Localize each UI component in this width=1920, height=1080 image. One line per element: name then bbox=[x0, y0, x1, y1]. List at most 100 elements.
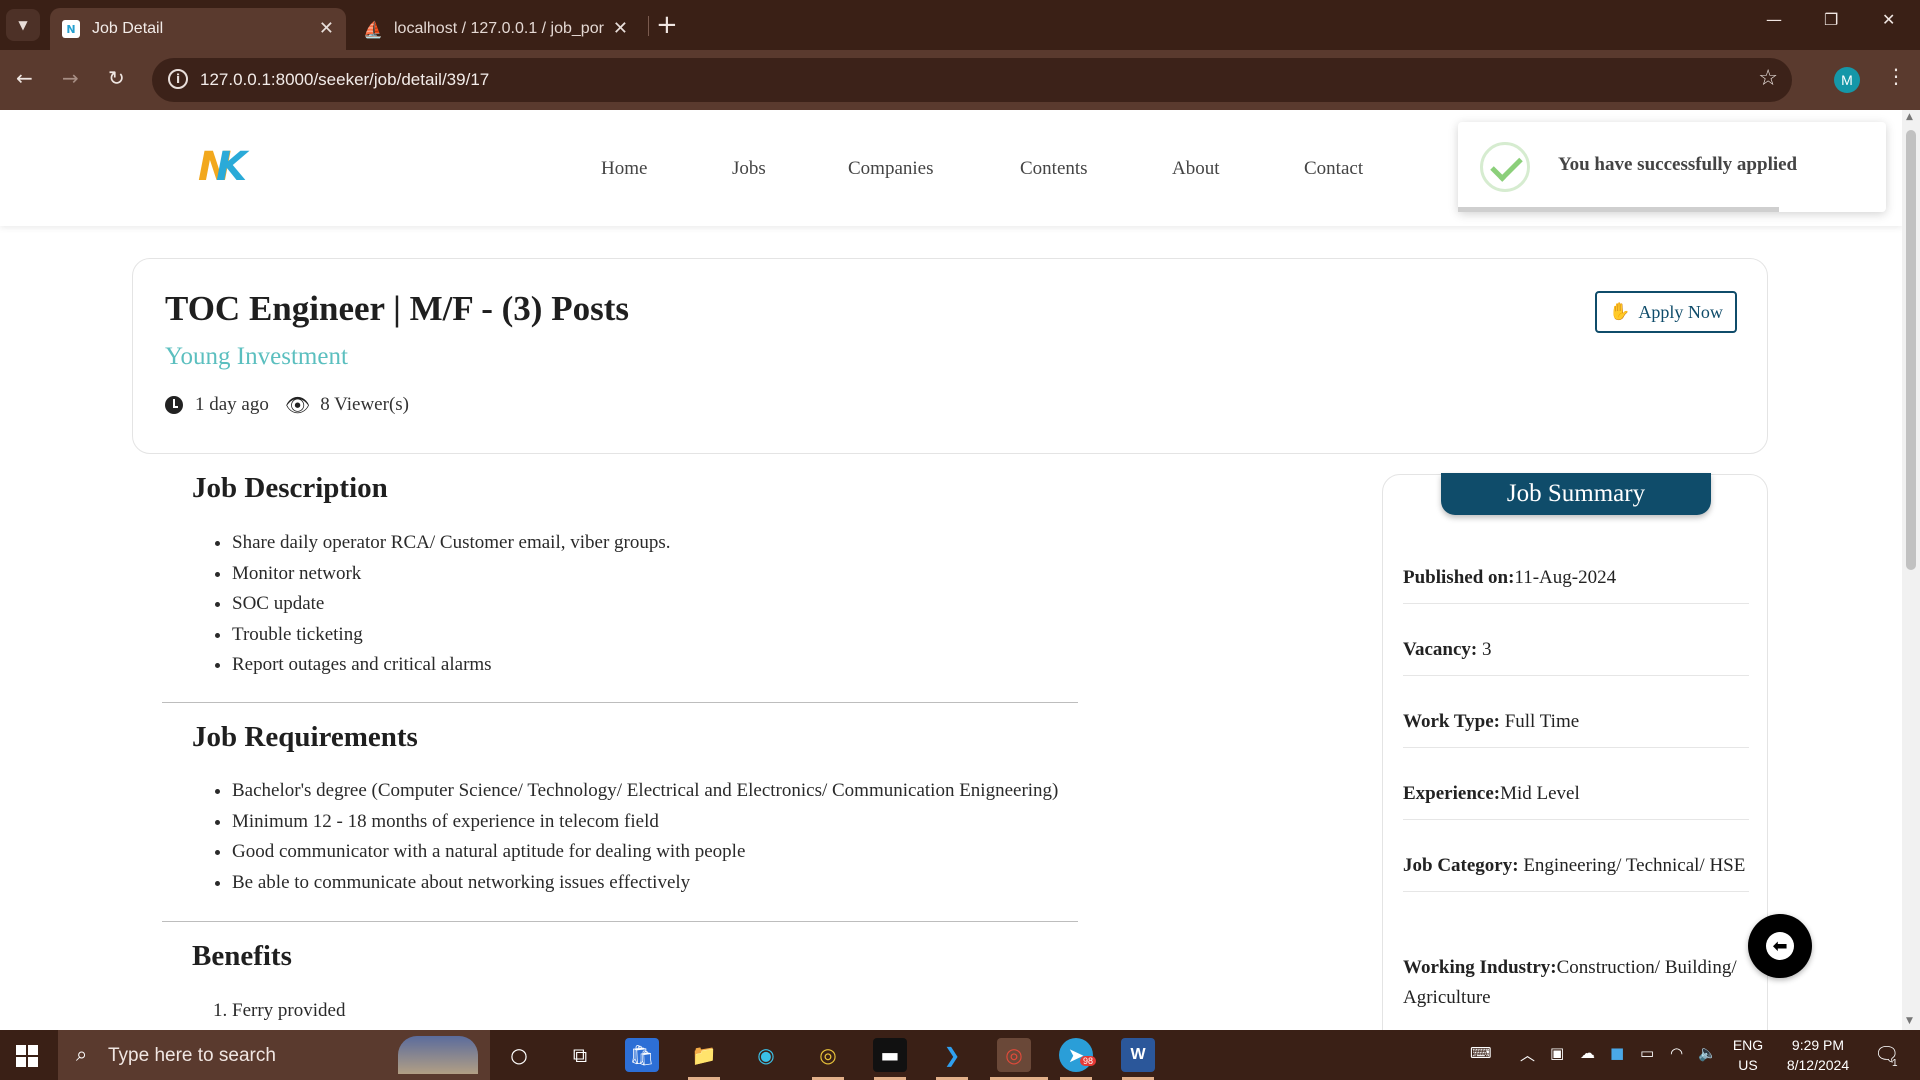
nav-about[interactable]: About bbox=[1172, 158, 1220, 180]
chrome-icon[interactable]: ◎ bbox=[811, 1038, 845, 1072]
list-item: Monitor network bbox=[232, 559, 671, 590]
telegram-icon[interactable]: ➤ bbox=[1059, 1038, 1093, 1072]
nav-jobs[interactable]: Jobs bbox=[732, 158, 766, 180]
success-check-icon bbox=[1480, 142, 1530, 192]
list-item: Report outages and critical alarms bbox=[232, 650, 671, 681]
volume-icon[interactable]: 🔈 bbox=[1698, 1044, 1717, 1062]
browser-tab-bar: ▼ N Job Detail ✕ ⛵ localhost / 127.0.0.1… bbox=[0, 0, 1920, 50]
device-icon[interactable]: ▣ bbox=[1550, 1044, 1564, 1062]
back-button[interactable]: ⬅ bbox=[1748, 914, 1812, 978]
search-highlight-art bbox=[398, 1036, 478, 1074]
close-icon[interactable]: ✕ bbox=[319, 18, 334, 39]
list-item: Ferry provided bbox=[232, 996, 345, 1027]
tab-phpmyadmin[interactable]: ⛵ localhost / 127.0.0.1 / job_porta ✕ bbox=[350, 8, 640, 50]
nav-companies[interactable]: Companies bbox=[848, 158, 934, 180]
summary-working-industry: Working Industry:Construction/ Building/… bbox=[1403, 953, 1749, 1023]
benefits-list: Ferry provided bbox=[232, 996, 345, 1027]
list-item: SOC update bbox=[232, 589, 671, 620]
url-text[interactable]: 127.0.0.1:8000/seeker/job/detail/39/17 bbox=[200, 70, 489, 90]
nav-home[interactable]: Home bbox=[601, 158, 647, 180]
summary-value: Engineering/ Technical/ HSE bbox=[1518, 855, 1746, 876]
keyboard-icon[interactable]: ⌨ bbox=[1470, 1044, 1492, 1062]
word-icon[interactable]: W bbox=[1121, 1038, 1155, 1072]
scroll-up-icon[interactable]: ▲ bbox=[1906, 112, 1913, 122]
minimize-icon[interactable]: — bbox=[1766, 10, 1782, 29]
summary-label: Work Type: bbox=[1403, 711, 1500, 732]
profile-avatar[interactable]: M bbox=[1834, 67, 1860, 93]
summary-label: Job Category: bbox=[1403, 855, 1519, 876]
windows-start-icon[interactable] bbox=[16, 1045, 38, 1067]
clock[interactable]: 9:29 PM 8/12/2024 bbox=[1768, 1035, 1868, 1075]
terminal-icon[interactable]: ▬ bbox=[873, 1038, 907, 1072]
search-icon: ⌕ bbox=[76, 1042, 88, 1066]
battery-icon[interactable]: ▭ bbox=[1640, 1044, 1654, 1062]
summary-label: Vacancy: bbox=[1403, 639, 1478, 660]
site-info-icon[interactable]: i bbox=[168, 69, 188, 89]
wifi-icon[interactable]: ◠ bbox=[1670, 1044, 1683, 1062]
tab-search-button[interactable]: ▼ bbox=[6, 9, 40, 41]
section-divider bbox=[162, 921, 1078, 922]
chevron-down-icon: ▼ bbox=[18, 18, 28, 32]
list-item: Be able to communicate about networking … bbox=[232, 868, 1058, 899]
company-link[interactable]: Young Investment bbox=[165, 343, 348, 371]
address-bar[interactable]: i 127.0.0.1:8000/seeker/job/detail/39/17… bbox=[152, 58, 1792, 102]
summary-experience: Experience:Mid Level bbox=[1403, 779, 1749, 820]
cortana-icon[interactable]: ○ bbox=[502, 1038, 536, 1072]
store-icon[interactable]: 🛍 bbox=[625, 1038, 659, 1072]
list-item: Trouble ticketing bbox=[232, 620, 671, 651]
onedrive-icon[interactable]: ■ bbox=[1610, 1044, 1624, 1062]
close-icon[interactable]: ✕ bbox=[613, 18, 628, 39]
summary-job-category: Job Category: Engineering/ Technical/ HS… bbox=[1403, 851, 1749, 892]
summary-value: 11-Aug-2024 bbox=[1514, 567, 1617, 588]
back-arrow-icon[interactable]: ← bbox=[16, 66, 33, 90]
window-close-icon[interactable]: ✕ bbox=[1882, 10, 1895, 29]
site-logo[interactable]: N K bbox=[198, 144, 252, 194]
back-arrow-icon: ⬅ bbox=[1766, 932, 1794, 960]
job-requirements-heading: Job Requirements bbox=[192, 721, 418, 753]
scroll-down-icon[interactable]: ▼ bbox=[1906, 1016, 1913, 1026]
job-requirements-list: Bachelor's degree (Computer Science/ Tec… bbox=[232, 776, 1058, 898]
vscode-icon[interactable]: ❯ bbox=[935, 1038, 969, 1072]
job-header-card: TOC Engineer | M/F - (3) Posts Young Inv… bbox=[132, 258, 1768, 454]
summary-value: 3 bbox=[1477, 639, 1492, 660]
address-toolbar: ← → ↻ i 127.0.0.1:8000/seeker/job/detail… bbox=[0, 50, 1920, 110]
job-summary-card: Job Summary Published on:11-Aug-2024 Vac… bbox=[1382, 473, 1768, 1030]
task-view-icon[interactable]: ⧉ bbox=[563, 1038, 597, 1072]
benefits-heading: Benefits bbox=[192, 940, 292, 972]
job-description-heading: Job Description bbox=[192, 472, 388, 504]
summary-label: Published on: bbox=[1403, 567, 1515, 588]
toast-progress-bar bbox=[1458, 207, 1779, 212]
summary-value: Mid Level bbox=[1500, 783, 1580, 804]
section-divider bbox=[162, 702, 1078, 703]
viewer-count: 8 Viewer(s) bbox=[320, 394, 409, 415]
page-scrollbar[interactable]: ▲ ▼ bbox=[1902, 110, 1920, 1030]
list-item: Share daily operator RCA/ Customer email… bbox=[232, 528, 671, 559]
bookmark-star-icon[interactable]: ☆ bbox=[1758, 66, 1778, 91]
phpmyadmin-favicon-icon: ⛵ bbox=[363, 19, 383, 39]
forward-arrow-icon[interactable]: → bbox=[62, 66, 79, 90]
file-explorer-icon[interactable]: 📁 bbox=[687, 1038, 721, 1072]
tab-job-detail[interactable]: N Job Detail ✕ bbox=[50, 8, 346, 50]
logo-k-mark: K bbox=[216, 144, 247, 190]
job-title: TOC Engineer | M/F - (3) Posts bbox=[165, 289, 629, 328]
reload-icon[interactable]: ↻ bbox=[108, 66, 125, 90]
language-indicator[interactable]: ENG US bbox=[1728, 1035, 1768, 1075]
nav-contact[interactable]: Contact bbox=[1304, 158, 1363, 180]
new-tab-plus-icon[interactable]: + bbox=[656, 10, 678, 40]
cloud-icon[interactable]: ☁ bbox=[1580, 1044, 1595, 1062]
chrome-profile-icon[interactable]: ◎ bbox=[997, 1038, 1031, 1072]
show-hidden-icons-chevron-icon[interactable]: ︿ bbox=[1520, 1044, 1535, 1065]
scrollbar-thumb[interactable] bbox=[1906, 130, 1916, 570]
edge-icon[interactable]: ◉ bbox=[749, 1038, 783, 1072]
toast-message: You have successfully applied bbox=[1558, 154, 1798, 175]
eye-icon: 👁 bbox=[284, 393, 311, 417]
browser-menu-icon[interactable]: ⋮ bbox=[1886, 64, 1906, 88]
success-toast[interactable]: You have successfully applied bbox=[1458, 122, 1886, 212]
apply-now-button[interactable]: ✋ Apply Now bbox=[1595, 291, 1737, 333]
taskbar-search[interactable]: ⌕ Type here to search bbox=[58, 1030, 490, 1080]
clock-date: 8/12/2024 bbox=[1786, 1057, 1850, 1073]
restore-icon[interactable]: ❐ bbox=[1824, 10, 1838, 29]
windows-taskbar: ⌕ Type here to search ○ ⧉ 🛍 📁 ◉ ◎ ▬ ❯ ◎ … bbox=[0, 1030, 1920, 1080]
notification-count: 1 bbox=[1892, 1058, 1898, 1069]
nav-contents[interactable]: Contents bbox=[1020, 158, 1088, 180]
